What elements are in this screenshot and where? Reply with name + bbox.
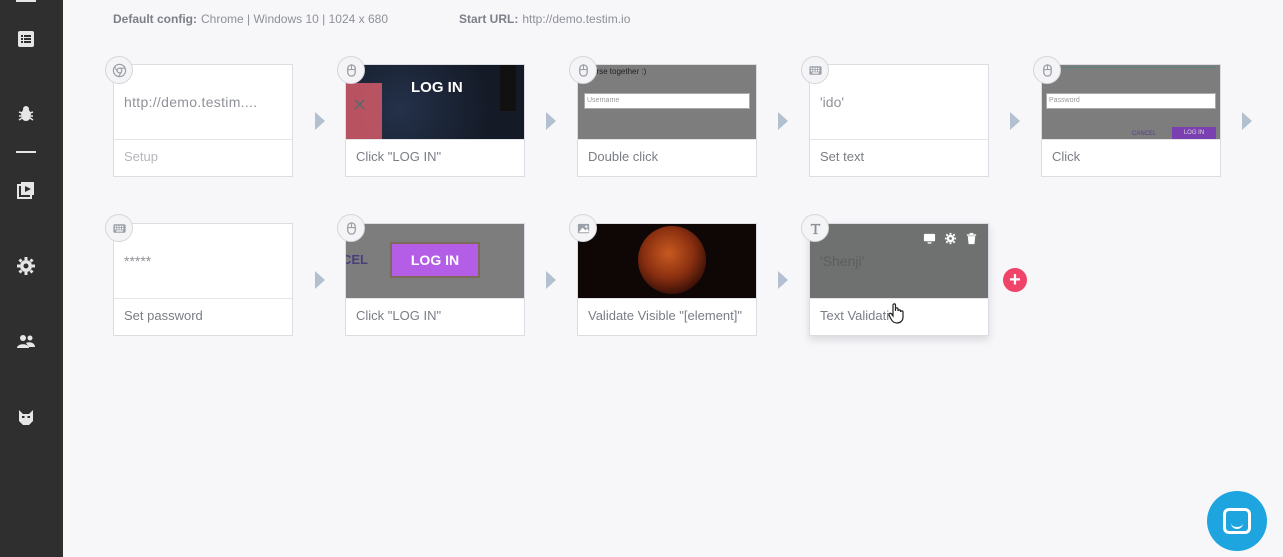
- step-click-login-2[interactable]: CEL LOG IN Click "LOG IN": [345, 223, 525, 336]
- thumb-caption: erse together :): [592, 67, 647, 76]
- text-icon: [801, 214, 829, 242]
- thumb-login: LOG IN: [1172, 127, 1216, 139]
- add-step-button[interactable]: +: [1003, 268, 1027, 292]
- step-thumbnail: Password CANCEL LOG IN: [1042, 65, 1220, 139]
- step-set-password[interactable]: ***** Set password: [113, 223, 293, 336]
- sidebar-divider: [16, 151, 36, 153]
- config-label: Default config:: [113, 12, 197, 26]
- step-thumbnail: ✕ LOG IN: [346, 65, 524, 139]
- mouse-icon: [1033, 56, 1061, 84]
- start-url-label: Start URL:: [459, 12, 519, 26]
- step-label: Click: [1052, 149, 1081, 164]
- step-label: Set password: [124, 308, 203, 323]
- step-label: Validate Visible "[element]": [588, 308, 743, 323]
- step-value: *****: [124, 253, 152, 269]
- thumb-password-field: Password: [1046, 93, 1216, 109]
- sidebar-divider: [16, 0, 36, 2]
- card-divider: [346, 139, 524, 140]
- step-arrow: [546, 112, 556, 130]
- step-label: Double click: [588, 149, 659, 164]
- step-label: Click "LOG IN": [356, 149, 442, 164]
- step-text-validation[interactable]: 'Shenji' Text Validation: [809, 223, 989, 336]
- users-icon[interactable]: [16, 331, 36, 351]
- step-thumbnail: CEL LOG IN: [346, 224, 524, 298]
- setup-url: http://demo.testim....: [124, 94, 258, 110]
- step-validate-visible[interactable]: Validate Visible "[element]": [577, 223, 757, 336]
- step-arrow: [315, 112, 325, 130]
- thumb-login-text: LOG IN: [411, 79, 463, 96]
- thumb-side-text: CEL: [346, 252, 368, 267]
- card-divider: [114, 139, 292, 140]
- step-arrow: [778, 271, 788, 289]
- step-arrow: [315, 271, 325, 289]
- sidebar: [0, 0, 63, 557]
- step-setup[interactable]: http://demo.testim.... Setup: [113, 64, 293, 177]
- keyboard-icon: [801, 56, 829, 84]
- card-divider: [1042, 139, 1220, 140]
- close-icon: ✕: [352, 95, 368, 115]
- chat-launcher-button[interactable]: [1207, 491, 1267, 551]
- card-divider: [578, 298, 756, 299]
- keyboard-icon: [105, 214, 133, 242]
- planet-image: [638, 226, 706, 294]
- step-arrow: [1010, 112, 1020, 130]
- step-value: 'ido': [820, 94, 845, 110]
- thumb-cancel: CANCEL: [1132, 131, 1157, 137]
- step-label: Click "LOG IN": [356, 308, 442, 323]
- card-divider: [346, 298, 524, 299]
- gear-icon[interactable]: [944, 232, 957, 245]
- step-thumbnail: erse together :) Username: [578, 65, 756, 139]
- thumb-username-field: Username: [584, 93, 750, 109]
- card-divider: [810, 139, 988, 140]
- step-label: Setup: [124, 149, 158, 164]
- config-value: Chrome | Windows 10 | 1024 x 680: [201, 12, 388, 26]
- image-icon: [569, 214, 597, 242]
- step-label: Set text: [820, 149, 865, 164]
- step-value: 'Shenji': [820, 253, 865, 269]
- step-thumbnail: [578, 224, 756, 298]
- card-divider: [578, 139, 756, 140]
- mouse-icon: [337, 214, 365, 242]
- thumb-line: [1046, 67, 1216, 68]
- config-header: Default config: Chrome | Windows 10 | 102…: [113, 12, 630, 26]
- step-double-click[interactable]: erse together :) Username Double click: [577, 64, 757, 177]
- step-click-login[interactable]: ✕ LOG IN Click "LOG IN": [345, 64, 525, 177]
- step-toolbar: [923, 232, 978, 245]
- card-divider: [810, 298, 988, 299]
- gear-icon[interactable]: [16, 256, 36, 276]
- step-arrow: [546, 271, 556, 289]
- step-arrow: [1242, 112, 1252, 130]
- card-divider: [114, 298, 292, 299]
- start-url: Start URL: http://demo.testim.io: [459, 12, 630, 26]
- thumb-dark-strip: [500, 65, 516, 111]
- step-click[interactable]: Password CANCEL LOG IN Click: [1041, 64, 1221, 177]
- start-url-value: http://demo.testim.io: [522, 12, 631, 26]
- mouse-icon: [337, 56, 365, 84]
- list-icon[interactable]: [16, 29, 36, 49]
- chrome-icon: [105, 56, 133, 84]
- trash-icon[interactable]: [965, 232, 978, 245]
- step-thumbnail: 'Shenji': [810, 224, 988, 298]
- playlist-icon[interactable]: [16, 180, 36, 200]
- step-arrow: [778, 112, 788, 130]
- hand-cursor-icon: [888, 302, 906, 324]
- thumb-login-button: LOG IN: [390, 242, 480, 278]
- step-set-text[interactable]: 'ido' Set text: [809, 64, 989, 177]
- chat-icon: [1223, 508, 1251, 534]
- mouse-icon: [569, 56, 597, 84]
- monitor-icon[interactable]: [923, 232, 936, 245]
- bug-icon[interactable]: [16, 104, 36, 124]
- cat-mask-icon[interactable]: [16, 407, 36, 427]
